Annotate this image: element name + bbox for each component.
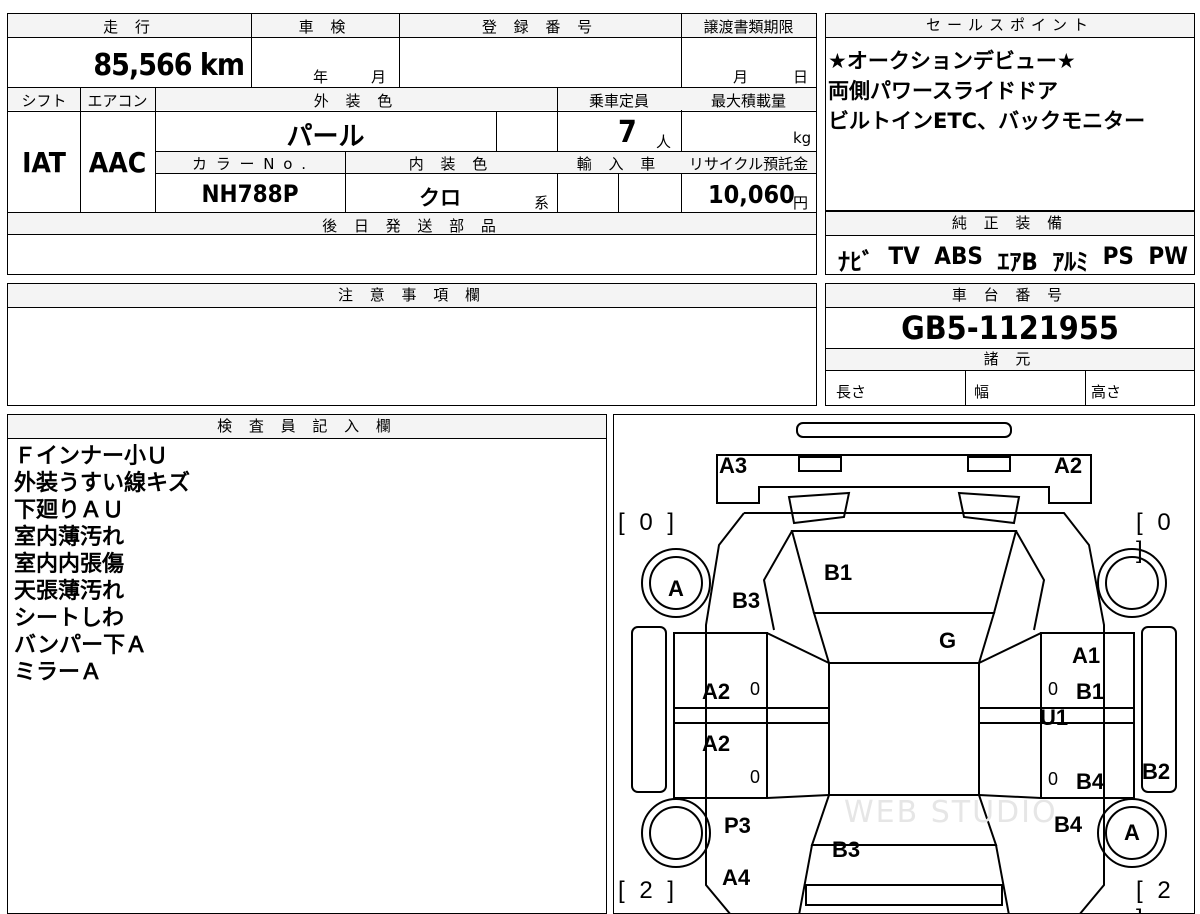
- transfer-month-unit: 月: [733, 68, 749, 86]
- inspector-box: 検 査 員 記 入 欄 Ｆインナー小Ｕ 外装うすい線キズ 下廻りＡＵ 室内薄汚れ…: [7, 414, 607, 914]
- damage-A2-front: A2: [1054, 453, 1083, 478]
- damage-A3: A3: [719, 453, 748, 478]
- sales-line: ★オークションデビュー★: [828, 49, 1076, 73]
- damage-B1-right: B1: [1076, 679, 1105, 704]
- recycle-amount: 10,060: [708, 180, 795, 209]
- later-parts-label: 後 日 発 送 部 品: [322, 217, 502, 235]
- exterior-color-label: 外 装 色: [313, 92, 399, 110]
- shift-value: IAT: [22, 146, 66, 179]
- chassis-label: 車 台 番 号: [826, 284, 1194, 308]
- bracket-front-right: [ 0 ]: [1136, 509, 1175, 564]
- tire-front-left-grade: A: [668, 576, 684, 601]
- equipment-item: PS: [1102, 242, 1134, 270]
- vehicle-info-box: 走 行 車 検 登 録 番 号 譲渡書類期限 85,566 km 年 月 月 日…: [7, 13, 817, 275]
- chassis-box: 車 台 番 号 GB5-1121955 諸 元 長さ 幅 高さ: [825, 283, 1195, 406]
- watermark: WEB STUDIO: [844, 795, 1058, 830]
- equipment-label: 純 正 装 備: [826, 212, 1194, 236]
- interior-color-value: クロ: [419, 186, 461, 210]
- color-no-label: カ ラ ー N o .: [191, 155, 308, 173]
- damage-A1: A1: [1072, 643, 1101, 668]
- specs-label: 諸 元: [826, 349, 1194, 371]
- inspection-year-unit: 年: [313, 68, 329, 86]
- inspector-line: 室内内張傷: [14, 552, 125, 577]
- width-label: 幅: [974, 383, 990, 401]
- transfer-day-unit: 日: [793, 68, 809, 86]
- inspector-line: 天張薄汚れ: [14, 579, 125, 604]
- bracket-rear-right: [ 2 ]: [1136, 877, 1175, 913]
- recycle-label: リサイクル預託金: [688, 155, 809, 173]
- damage-B3-front: B3: [732, 588, 761, 613]
- sales-point-box: セールスポイント ★オークションデビュー★ 両側パワースライドドア ビルトインE…: [825, 13, 1195, 211]
- color-no-value: NH788P: [201, 180, 299, 208]
- bracket-rear-left: [ 2 ]: [618, 877, 679, 904]
- inspector-line: Ｆインナー小Ｕ: [14, 444, 169, 469]
- zero-mark: 0: [750, 767, 761, 787]
- damage-B3-rear: B3: [832, 837, 861, 862]
- inspector-line: 下廻りＡＵ: [14, 498, 125, 523]
- damage-G: G: [939, 628, 957, 653]
- aircon-value: AAC: [88, 146, 147, 179]
- equipment-item: PW: [1148, 242, 1188, 270]
- sales-line: ビルトインETC、バックモニター: [828, 109, 1146, 133]
- equipment-list: ﾅﾋﾞ TV ABS ｴｱB ｱﾙﾐ PS PW: [838, 242, 1188, 277]
- damage-B4-low: B4: [1054, 812, 1083, 837]
- damage-U1: U1: [1040, 705, 1069, 730]
- sales-point-label: セールスポイント: [826, 14, 1194, 38]
- recycle-unit: 円: [793, 194, 809, 212]
- equipment-item: TV: [888, 242, 920, 270]
- shift-label: シフト: [21, 92, 67, 110]
- chassis-number: GB5-1121955: [901, 309, 1119, 347]
- length-label: 長さ: [836, 383, 867, 401]
- zero-mark: 0: [1048, 769, 1059, 789]
- inspector-label: 検 査 員 記 入 欄: [8, 415, 606, 439]
- mileage-label: 走 行: [103, 18, 156, 36]
- damage-P3: P3: [724, 813, 751, 838]
- zero-mark: 0: [1048, 679, 1059, 699]
- inspection-label: 車 検: [298, 18, 352, 36]
- capacity-value: 7: [618, 115, 637, 150]
- transfer-deadline-label: 譲渡書類期限: [703, 18, 794, 36]
- damage-A2-left-rear: A2: [702, 731, 731, 756]
- aircon-label: エアコン: [87, 92, 148, 110]
- height-label: 高さ: [1091, 383, 1122, 401]
- inspection-month-unit: 月: [371, 68, 387, 86]
- exterior-color-value: パール: [286, 122, 365, 152]
- equipment-item: ｴｱB: [997, 248, 1038, 276]
- notes-box: 注 意 事 項 欄: [7, 283, 817, 406]
- inspector-line: 外装うすい線キズ: [14, 471, 191, 496]
- vehicle-diagram: [ 0 ] [ 0 ] [ 2 ] [ 2 ] A3 A2 A B1 B3 G …: [613, 414, 1195, 914]
- inspector-line: バンパー下Ａ: [14, 633, 148, 658]
- damage-A4: A4: [722, 865, 751, 890]
- equipment-item: ｱﾙﾐ: [1052, 248, 1089, 276]
- car-outline: [631, 422, 1177, 913]
- max-load-unit: kg: [793, 129, 812, 147]
- mileage-value: 85,566 km: [93, 48, 245, 83]
- zero-mark: 0: [750, 679, 761, 699]
- sales-point-lines: ★オークションデビュー★ 両側パワースライドドア ビルトインETC、バックモニタ…: [828, 46, 1145, 136]
- sales-line: 両側パワースライドドア: [828, 79, 1058, 103]
- import-label: 輸 入 車: [576, 155, 662, 173]
- equipment-box: 純 正 装 備 ﾅﾋﾞ TV ABS ｴｱB ｱﾙﾐ PS PW: [825, 211, 1195, 277]
- equipment-item: ﾅﾋﾞ: [838, 248, 874, 276]
- interior-color-suffix: 系: [534, 194, 550, 212]
- damage-B4-right: B4: [1076, 769, 1105, 794]
- inspector-notes: Ｆインナー小Ｕ 外装うすい線キズ 下廻りＡＵ 室内薄汚れ 室内内張傷 天張薄汚れ…: [14, 443, 190, 686]
- inspector-line: ミラーＡ: [14, 660, 103, 685]
- damage-B1-hood: B1: [824, 560, 853, 585]
- capacity-label: 乗車定員: [588, 92, 649, 110]
- inspector-line: シートしわ: [14, 606, 125, 631]
- tire-rear-right-grade: A: [1124, 820, 1140, 845]
- interior-color-label: 内 装 色: [408, 155, 494, 173]
- registration-label: 登 録 番 号: [481, 18, 599, 36]
- bracket-front-left: [ 0 ]: [618, 509, 679, 536]
- capacity-unit: 人: [656, 133, 672, 151]
- damage-B2: B2: [1142, 759, 1171, 784]
- notes-label: 注 意 事 項 欄: [8, 284, 816, 308]
- equipment-item: ABS: [934, 242, 983, 270]
- inspector-line: 室内薄汚れ: [14, 525, 125, 550]
- damage-A2-left-front: A2: [702, 679, 731, 704]
- max-load-label: 最大積載量: [710, 92, 786, 110]
